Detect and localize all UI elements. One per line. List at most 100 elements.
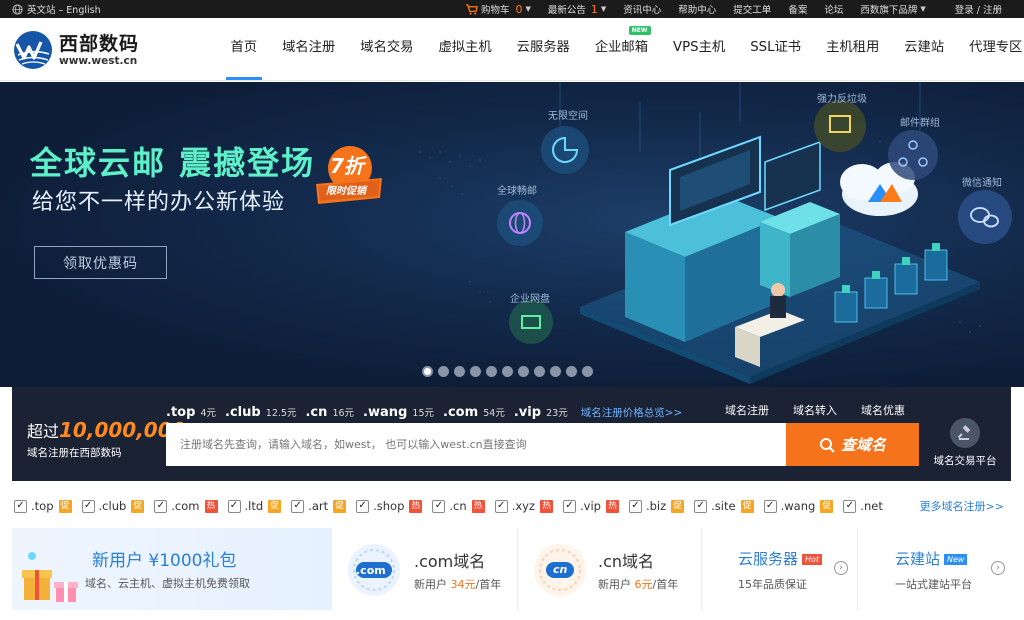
tab-domain-register[interactable]: 域名注册 bbox=[725, 402, 769, 418]
nav-host-rental[interactable]: 主机租用 bbox=[814, 18, 892, 80]
cloud-server-card[interactable]: 云服务器 Hot 15年品质保证 › bbox=[702, 528, 858, 610]
search-domain-button[interactable]: 查域名 bbox=[786, 423, 919, 466]
tld-checkbox-label: .top bbox=[31, 499, 54, 513]
nav-ssl[interactable]: SSL证书 bbox=[738, 18, 814, 80]
language-label[interactable]: 英文站 – English bbox=[27, 2, 101, 16]
tld-price-item[interactable]: .wang 15元 bbox=[363, 401, 434, 420]
tld-checkbox-item[interactable]: ✓ .shop 热 bbox=[356, 499, 423, 513]
cart-link[interactable]: 购物车 0 ▼ bbox=[465, 2, 531, 16]
top-link-help[interactable]: 帮助中心 bbox=[678, 2, 716, 16]
carousel-dot[interactable] bbox=[502, 366, 513, 377]
checkbox[interactable]: ✓ bbox=[154, 499, 168, 513]
price-overview-link[interactable]: 域名注册价格总览>> bbox=[581, 405, 683, 420]
chevron-right-icon[interactable]: › bbox=[991, 561, 1005, 575]
tld-checkbox-item[interactable]: ✓ .net bbox=[843, 499, 883, 513]
tld-checkbox-item[interactable]: ✓ .wang 促 bbox=[763, 499, 834, 513]
checkbox[interactable]: ✓ bbox=[356, 499, 370, 513]
cloud-title: 云服务器 Hot bbox=[738, 548, 823, 569]
nav-enterprise-mail[interactable]: 企业邮箱 NEW bbox=[582, 18, 660, 80]
tld-price-item[interactable]: .top 4元 bbox=[166, 401, 216, 420]
tld-checkbox-item[interactable]: ✓ .cn 热 bbox=[432, 499, 485, 513]
tld-checkbox-item[interactable]: ✓ .ltd 促 bbox=[227, 499, 282, 513]
carousel-dot[interactable] bbox=[582, 366, 593, 377]
tld-checkbox-item[interactable]: ✓ .site 促 bbox=[694, 499, 754, 513]
tld-checkbox-item[interactable]: ✓ .art 促 bbox=[291, 499, 347, 513]
tld-price-item[interactable]: .vip 23元 bbox=[514, 401, 568, 420]
checkbox[interactable]: ✓ bbox=[563, 499, 576, 513]
domain-search-input[interactable] bbox=[166, 423, 786, 466]
checkbox[interactable]: ✓ bbox=[81, 499, 95, 513]
tld-checkbox-item[interactable]: ✓ .biz 促 bbox=[628, 499, 685, 513]
carousel-dot[interactable] bbox=[534, 366, 545, 377]
checkbox[interactable]: ✓ bbox=[291, 499, 305, 513]
nav-domain-register[interactable]: 域名注册 bbox=[270, 18, 348, 80]
nav-home[interactable]: 首页 bbox=[218, 18, 270, 80]
nav-cloud-server[interactable]: 云服务器 bbox=[504, 18, 582, 80]
notice-count: 1 bbox=[590, 2, 598, 16]
site-title: 云建站 New bbox=[895, 548, 968, 569]
carousel-dot[interactable] bbox=[438, 366, 449, 377]
site-builder-card[interactable]: 云建站 New 一站式建站平台 › bbox=[858, 528, 1011, 610]
tld-checkbox-label: .biz bbox=[645, 499, 667, 513]
carousel-dot[interactable] bbox=[454, 366, 465, 377]
com-domain-card[interactable]: .com .com域名 新用户 34元/首年 bbox=[332, 528, 518, 610]
checkbox[interactable]: ✓ bbox=[14, 499, 27, 513]
login-register-link[interactable]: 登录 / 注册 bbox=[955, 2, 1002, 16]
checkbox[interactable]: ✓ bbox=[694, 499, 708, 513]
notice-label: 最新公告 bbox=[547, 5, 586, 16]
cn-sub-suffix: /首年 bbox=[652, 578, 679, 591]
tld-checkbox-item[interactable]: ✓ .vip 热 bbox=[563, 499, 619, 513]
nav-site-builder[interactable]: 云建站 bbox=[892, 18, 957, 80]
tld-price-item[interactable]: .club 12.5元 bbox=[225, 401, 296, 420]
checkbox[interactable]: ✓ bbox=[227, 499, 241, 513]
checkbox[interactable]: ✓ bbox=[628, 499, 642, 513]
carousel-dot[interactable] bbox=[566, 366, 577, 377]
checkbox[interactable]: ✓ bbox=[494, 499, 508, 513]
checkbox[interactable]: ✓ bbox=[763, 499, 777, 513]
feature-mail-group: 邮件群组 bbox=[900, 118, 940, 129]
site-subtitle: 一站式建站平台 bbox=[895, 578, 972, 591]
nav-agent[interactable]: 代理专区 bbox=[957, 18, 1024, 80]
tld-price-item[interactable]: .com 54元 bbox=[443, 401, 505, 420]
nav-vps[interactable]: VPS主机 bbox=[661, 18, 738, 80]
tld-price-value: 15元 bbox=[412, 408, 435, 419]
more-domains-link[interactable]: 更多域名注册>> bbox=[920, 498, 1004, 514]
cn-price: 6元 bbox=[634, 578, 653, 591]
carousel-dot[interactable] bbox=[422, 366, 433, 377]
tld-price-item[interactable]: .cn 16元 bbox=[305, 401, 354, 420]
checkbox[interactable]: ✓ bbox=[843, 499, 857, 513]
chevron-right-icon[interactable]: › bbox=[834, 561, 848, 575]
tab-domain-transfer[interactable]: 域名转入 bbox=[793, 402, 837, 418]
domain-count: 超过10,000,000 bbox=[27, 418, 186, 442]
carousel-dot[interactable] bbox=[486, 366, 497, 377]
tld-checkbox-item[interactable]: ✓ .com 热 bbox=[154, 499, 218, 513]
cn-domain-card[interactable]: cn .cn域名 新用户 6元/首年 bbox=[518, 528, 702, 610]
top-link-news[interactable]: 资讯中心 bbox=[623, 2, 661, 16]
tld-checkbox-item[interactable]: ✓ .xyz 热 bbox=[494, 499, 553, 513]
chevron-down-icon: ▼ bbox=[525, 5, 531, 13]
carousel-dot[interactable] bbox=[470, 366, 481, 377]
nav-domain-trade[interactable]: 域名交易 bbox=[348, 18, 426, 80]
tld-checkbox-label: .club bbox=[98, 499, 127, 513]
hero-banner[interactable]: 无限空间 强力反垃圾 邮件群组 全球畅邮 微信通知 企业网盘 全球云邮 震撼登场… bbox=[0, 82, 1024, 387]
top-link-beian[interactable]: 备案 bbox=[788, 2, 807, 16]
tab-domain-discount[interactable]: 域名优惠 bbox=[861, 402, 905, 418]
notice-link[interactable]: 最新公告 1 ▼ bbox=[547, 2, 606, 17]
checkbox[interactable]: ✓ bbox=[432, 499, 446, 513]
tld-tag-badge: 热 bbox=[471, 499, 485, 513]
top-link-forum[interactable]: 论坛 bbox=[824, 2, 843, 16]
carousel-dot[interactable] bbox=[550, 366, 561, 377]
nav-virtual-host[interactable]: 虚拟主机 bbox=[426, 18, 504, 80]
products-menu[interactable]: 西数旗下品牌 ▼ bbox=[860, 2, 925, 16]
get-coupon-button[interactable]: 领取优惠码 bbox=[34, 246, 167, 279]
new-user-gift-card[interactable]: 新用户 ¥1000礼包 域名、云主机、虚拟主机免费领取 bbox=[12, 528, 332, 610]
carousel-dot[interactable] bbox=[518, 366, 529, 377]
language-switch[interactable]: 英文站 – English bbox=[12, 0, 101, 18]
west-logo-icon bbox=[14, 31, 52, 69]
domain-trade-platform[interactable]: 域名交易平台 bbox=[925, 418, 1005, 468]
main-nav: 西部数码 www.west.cn 首页 域名注册 域名交易 虚拟主机 云服务器 … bbox=[0, 18, 1024, 81]
top-link-ticket[interactable]: 提交工单 bbox=[733, 2, 771, 16]
logo[interactable]: 西部数码 www.west.cn bbox=[12, 30, 139, 70]
tld-checkbox-item[interactable]: ✓ .club 促 bbox=[81, 499, 145, 513]
tld-checkbox-item[interactable]: ✓ .top 促 bbox=[14, 499, 72, 513]
